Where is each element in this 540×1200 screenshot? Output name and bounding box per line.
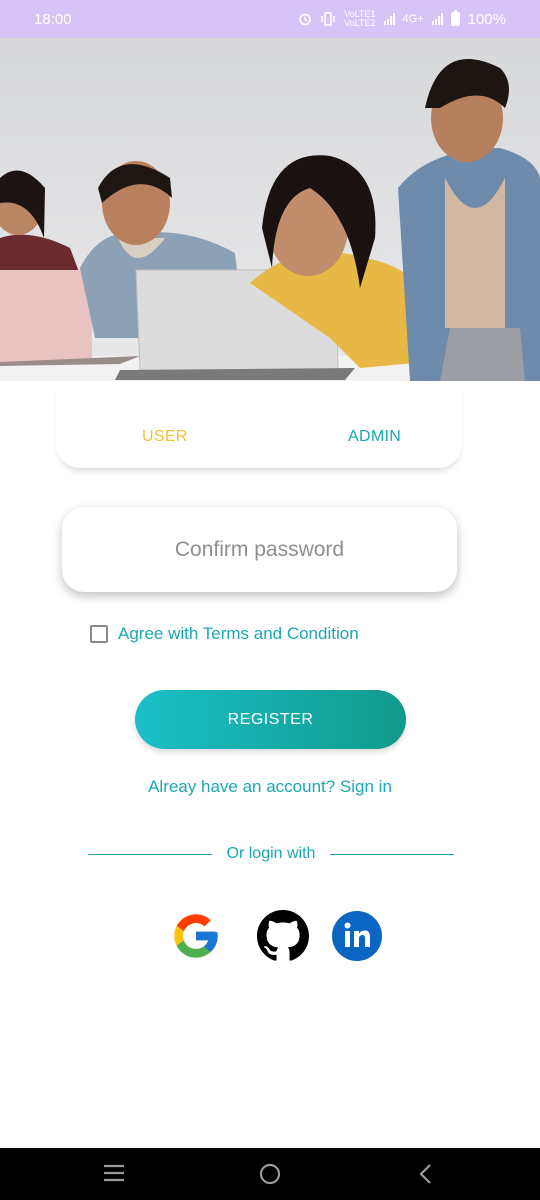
battery-level: 100% bbox=[467, 10, 506, 28]
status-icons: VoLTE1 VoLTE2 4G+ 100% bbox=[298, 10, 506, 28]
signal-icon bbox=[383, 13, 395, 25]
signin-link[interactable]: Alreay have an account? Sign in bbox=[0, 777, 540, 797]
hero-image bbox=[0, 38, 540, 381]
hero-illustration bbox=[0, 38, 540, 381]
register-button[interactable]: REGISTER bbox=[135, 690, 406, 749]
vibrate-icon bbox=[321, 12, 335, 26]
status-time: 18:00 bbox=[34, 10, 72, 28]
battery-icon bbox=[450, 10, 460, 26]
system-nav-bar bbox=[0, 1148, 540, 1200]
tab-user[interactable]: USER bbox=[142, 428, 188, 446]
status-bar: 18:00 VoLTE1 VoLTE2 4G+ 100% bbox=[0, 0, 540, 38]
google-login-button[interactable] bbox=[170, 910, 222, 962]
divider-line-right bbox=[330, 854, 454, 855]
back-icon[interactable] bbox=[417, 1162, 435, 1186]
home-icon[interactable] bbox=[258, 1162, 282, 1186]
linkedin-login-button[interactable] bbox=[331, 910, 383, 962]
tab-admin[interactable]: ADMIN bbox=[348, 428, 401, 446]
signal-icon-2 bbox=[431, 13, 443, 25]
confirm-password-field[interactable] bbox=[62, 507, 457, 592]
terms-checkbox[interactable] bbox=[90, 625, 108, 643]
google-icon bbox=[174, 914, 218, 958]
alarm-icon bbox=[299, 13, 311, 26]
or-login-divider: Or login with bbox=[88, 844, 454, 866]
terms-label: Agree with Terms and Condition bbox=[118, 624, 359, 643]
volte-label: VoLTE1 VoLTE2 bbox=[344, 9, 376, 28]
github-login-button[interactable] bbox=[257, 910, 309, 962]
role-tabs: USER ADMIN bbox=[56, 382, 462, 468]
menu-icon[interactable] bbox=[103, 1162, 125, 1184]
github-icon bbox=[257, 910, 309, 961]
terms-row[interactable]: Agree with Terms and Condition bbox=[90, 624, 359, 644]
linkedin-icon bbox=[332, 911, 382, 961]
network-label: 4G+ bbox=[402, 13, 424, 25]
